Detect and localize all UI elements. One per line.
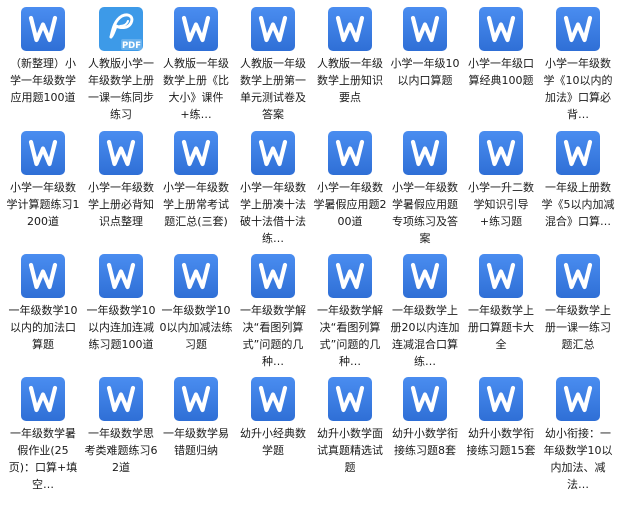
word-document-icon bbox=[20, 6, 66, 52]
word-document-icon bbox=[555, 253, 601, 299]
file-name-label: 一年级数学100以内加减法练习题 bbox=[159, 304, 233, 351]
word-document-icon bbox=[478, 253, 524, 299]
file-name-label: 一年级数学暑假作业(25页)：口算+填空… bbox=[8, 427, 78, 491]
file-grid: （新整理）小学一年级数学应用题100道 PDF 人教版小学一年级数学上册一课一练同步… bbox=[0, 0, 623, 508]
word-document-icon bbox=[98, 376, 144, 422]
word-document-icon bbox=[402, 253, 448, 299]
file-name-label: 一年级数学思考类难题练习62道 bbox=[84, 427, 158, 474]
word-document-icon bbox=[250, 376, 296, 422]
word-document-icon bbox=[98, 253, 144, 299]
file-name-label: 小学一年级口算经典100题 bbox=[468, 57, 534, 87]
file-item[interactable]: 一年级数学上册20以内连加连减混合口算练… bbox=[387, 247, 463, 371]
file-name-label: 小学一年级数学上册凑十法破十法借十法练… bbox=[240, 181, 306, 245]
word-document-icon bbox=[327, 376, 373, 422]
file-item[interactable]: 小学一年级数学上册必背知识点整理 bbox=[83, 124, 159, 248]
file-name-label: 人教版一年级数学上册知识要点 bbox=[317, 57, 383, 104]
file-name-label: 小学一年级数学计算题练习1200道 bbox=[6, 181, 80, 228]
word-document-icon bbox=[250, 130, 296, 176]
word-document-icon bbox=[402, 376, 448, 422]
file-item[interactable]: 一年级数学100以内加减法练习题 bbox=[158, 247, 234, 371]
file-item[interactable]: 小学一年级数学暑假应用题200道 bbox=[312, 124, 388, 248]
file-item[interactable]: （新整理）小学一年级数学应用题100道 bbox=[5, 0, 81, 124]
file-item[interactable]: 小学一年级口算经典100题 bbox=[463, 0, 539, 124]
file-item[interactable]: 幼小衔接：一年级数学10以内加法、减法… bbox=[540, 370, 616, 494]
file-name-label: 幼小衔接：一年级数学10以内加法、减法… bbox=[543, 427, 613, 491]
file-name-label: 小学一年级数学暑假应用题200道 bbox=[313, 181, 387, 228]
file-item[interactable]: 人教版一年级数学上册知识要点 bbox=[312, 0, 388, 124]
word-document-icon bbox=[555, 130, 601, 176]
file-item[interactable]: 一年级数学暑假作业(25页)：口算+填空… bbox=[5, 370, 81, 494]
file-name-label: 一年级数学解决“看图列算式”问题的几种… bbox=[240, 304, 306, 368]
word-document-icon bbox=[20, 253, 66, 299]
word-document-icon bbox=[173, 6, 219, 52]
file-name-label: 一年级上册数学《5以内加减混合》口算… bbox=[541, 181, 615, 228]
file-name-label: 人教版一年级数学上册第一单元测试卷及答案 bbox=[240, 57, 306, 121]
file-item[interactable]: 人教版一年级数学上册第一单元测试卷及答案 bbox=[235, 0, 311, 124]
file-item[interactable]: 幼升小数学衔接练习题15套 bbox=[463, 370, 539, 494]
file-item[interactable]: 一年级数学解决“看图列算式”问题的几种… bbox=[235, 247, 311, 371]
file-item[interactable]: PDF 人教版小学一年级数学上册一课一练同步练习 bbox=[83, 0, 159, 124]
file-item[interactable]: 幼升小数学衔接练习题8套 bbox=[387, 370, 463, 494]
word-document-icon bbox=[478, 130, 524, 176]
file-name-label: 一年级数学上册一课一练习题汇总 bbox=[545, 304, 611, 351]
file-item[interactable]: 小学一年级数学上册常考试题汇总(三套) bbox=[158, 124, 234, 248]
file-item[interactable]: 一年级上册数学《5以内加减混合》口算… bbox=[540, 124, 616, 248]
file-name-label: 小学一年级10以内口算题 bbox=[390, 57, 460, 87]
word-document-icon bbox=[20, 376, 66, 422]
file-item[interactable]: 人教版一年级数学上册《比大小》课件+练… bbox=[158, 0, 234, 124]
file-name-label: 一年级数学上册口算题卡大全 bbox=[468, 304, 534, 351]
file-name-label: 小学一年级数学上册常考试题汇总(三套) bbox=[163, 181, 229, 228]
file-item[interactable]: 一年级数学解决“看图列算式”问题的几种… bbox=[312, 247, 388, 371]
file-name-label: 一年级数学上册20以内连加连减混合口算练… bbox=[390, 304, 460, 368]
word-document-icon bbox=[250, 253, 296, 299]
file-name-label: 人教版小学一年级数学上册一课一练同步练习 bbox=[88, 57, 154, 121]
word-document-icon bbox=[555, 376, 601, 422]
word-document-icon bbox=[98, 130, 144, 176]
word-document-icon bbox=[402, 6, 448, 52]
file-name-label: 人教版一年级数学上册《比大小》课件+练… bbox=[163, 57, 229, 121]
file-item[interactable]: 小学一年级10以内口算题 bbox=[387, 0, 463, 124]
file-name-label: 一年级数学10以内连加连减练习题100道 bbox=[86, 304, 156, 351]
file-item[interactable]: 一年级数学思考类难题练习62道 bbox=[83, 370, 159, 494]
word-document-icon bbox=[478, 376, 524, 422]
file-item[interactable]: 小学一年级数学计算题练习1200道 bbox=[5, 124, 81, 248]
word-document-icon bbox=[478, 6, 524, 52]
file-item[interactable]: 小学一年级数学上册凑十法破十法借十法练… bbox=[235, 124, 311, 248]
word-document-icon bbox=[250, 6, 296, 52]
file-name-label: 小学一年级数学上册必背知识点整理 bbox=[88, 181, 154, 228]
file-item[interactable]: 一年级数学10以内的加法口算题 bbox=[5, 247, 81, 371]
file-item[interactable]: 幼升小经典数学题 bbox=[235, 370, 311, 494]
file-name-label: 幼升小数学面试真题精选试题 bbox=[317, 427, 383, 474]
file-item[interactable]: 一年级数学10以内连加连减练习题100道 bbox=[83, 247, 159, 371]
file-name-label: 一年级数学易错题归纳 bbox=[163, 427, 229, 457]
word-document-icon bbox=[327, 130, 373, 176]
file-name-label: 一年级数学10以内的加法口算题 bbox=[8, 304, 78, 351]
file-item[interactable]: 小学一年级数学暑假应用题专项练习及答案 bbox=[387, 124, 463, 248]
file-name-label: 小学一年级数学《10以内的加法》口算必背… bbox=[543, 57, 613, 121]
word-document-icon bbox=[555, 6, 601, 52]
word-document-icon bbox=[173, 253, 219, 299]
word-document-icon bbox=[327, 253, 373, 299]
file-name-label: 幼升小数学衔接练习题15套 bbox=[466, 427, 536, 457]
file-item[interactable]: 一年级数学易错题归纳 bbox=[158, 370, 234, 494]
file-item[interactable]: 小学一年级数学《10以内的加法》口算必背… bbox=[540, 0, 616, 124]
file-name-label: 一年级数学解决“看图列算式”问题的几种… bbox=[317, 304, 383, 368]
file-item[interactable]: 幼升小数学面试真题精选试题 bbox=[312, 370, 388, 494]
file-name-label: 小学一升二数学知识引导+练习题 bbox=[468, 181, 534, 228]
word-document-icon bbox=[402, 130, 448, 176]
file-name-label: （新整理）小学一年级数学应用题100道 bbox=[10, 57, 76, 104]
file-item[interactable]: 小学一升二数学知识引导+练习题 bbox=[463, 124, 539, 248]
word-document-icon bbox=[327, 6, 373, 52]
word-document-icon bbox=[173, 130, 219, 176]
file-item[interactable]: 一年级数学上册口算题卡大全 bbox=[463, 247, 539, 371]
file-name-label: 幼升小数学衔接练习题8套 bbox=[392, 427, 458, 457]
file-item[interactable]: 一年级数学上册一课一练习题汇总 bbox=[540, 247, 616, 371]
pdf-document-icon: PDF bbox=[98, 6, 144, 52]
file-name-label: 小学一年级数学暑假应用题专项练习及答案 bbox=[392, 181, 458, 245]
file-name-label: 幼升小经典数学题 bbox=[240, 427, 306, 457]
word-document-icon bbox=[20, 130, 66, 176]
word-document-icon bbox=[173, 376, 219, 422]
pdf-badge: PDF bbox=[122, 41, 141, 51]
